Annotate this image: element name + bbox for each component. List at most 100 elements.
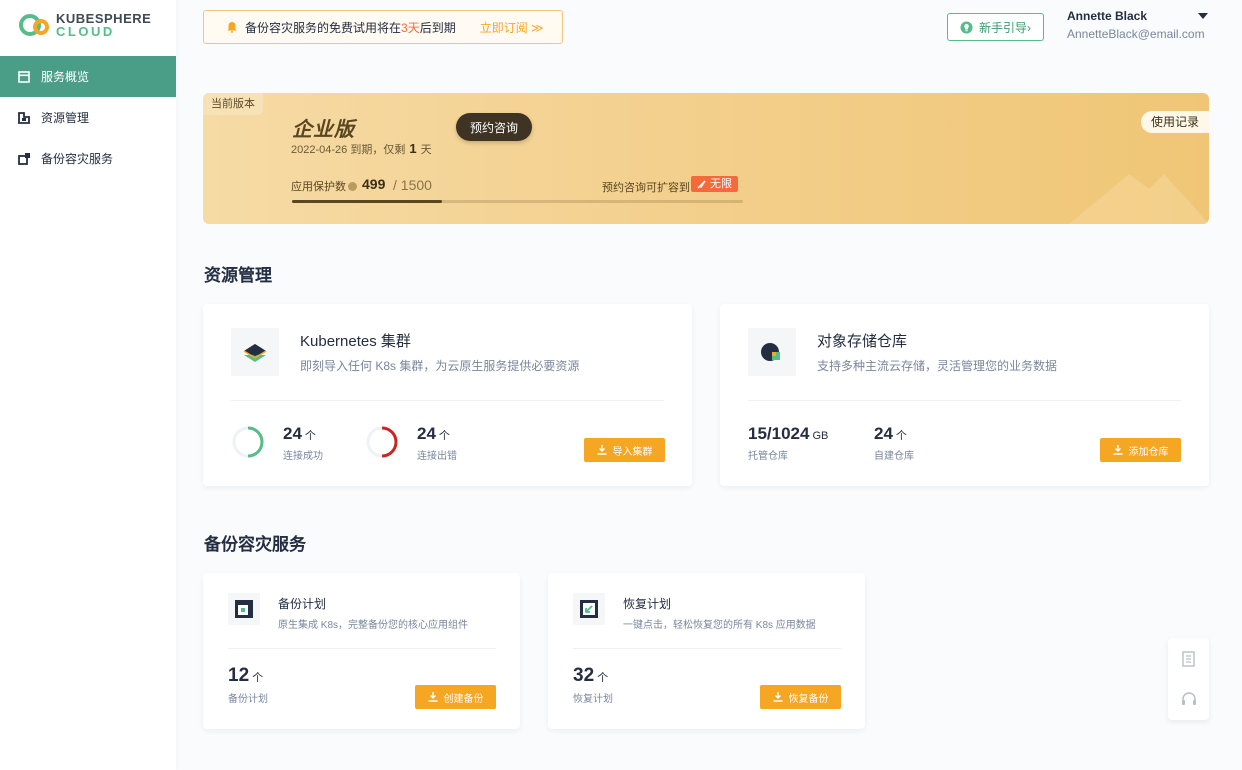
stat-value: 12 bbox=[228, 665, 250, 686]
stat-label: 自建仓库 bbox=[874, 451, 914, 462]
error-ring-icon bbox=[366, 426, 398, 458]
restore-plan-title: 恢复计划 bbox=[623, 597, 672, 611]
sidebar-item-label: 备份容灾服务 bbox=[41, 152, 114, 166]
storage-card: 对象存储仓库 支持多种主流云存储，灵活管理您的业务数据 15/1024 GB 托管… bbox=[720, 304, 1209, 486]
button-label: 创建备份 bbox=[443, 693, 484, 705]
import-cluster-button[interactable]: 导入集群 bbox=[584, 438, 665, 462]
stat-unit: 个 bbox=[597, 672, 609, 684]
layers-icon bbox=[243, 344, 267, 362]
stat-label: 备份计划 bbox=[228, 694, 268, 705]
usage-history-button[interactable]: 使用记录 bbox=[1140, 111, 1209, 133]
floating-toolbar bbox=[1168, 638, 1209, 720]
sidebar-item-backup[interactable]: 备份容灾服务 bbox=[0, 138, 176, 179]
unlimited-badge: 无限 bbox=[691, 176, 738, 192]
quota-label-text: 应用保护数 bbox=[291, 181, 346, 193]
current-version-badge: 当前版本 bbox=[203, 93, 263, 115]
storage-icon bbox=[761, 343, 780, 361]
k8s-title: Kubernetes 集群 bbox=[300, 333, 411, 350]
chevron-down-icon[interactable] bbox=[1198, 13, 1208, 19]
restore-plan-desc: 一键点击，轻松恢复您的所有 K8s 应用数据 bbox=[623, 620, 816, 631]
trial-notice: 备份容灾服务的免费试用将在 3天 后到期 立即订阅 ≫ bbox=[203, 10, 563, 44]
download-icon bbox=[597, 445, 606, 455]
backup-plan-card: 备份计划 原生集成 K8s，完整备份您的核心应用组件 12 个 备份计划 创建备份 bbox=[203, 573, 520, 729]
stat-label: 托管仓库 bbox=[748, 451, 788, 462]
k8s-desc: 即刻导入任何 K8s 集群，为云原生服务提供必要资源 bbox=[300, 359, 580, 373]
download-icon bbox=[1113, 445, 1122, 455]
create-backup-button[interactable]: 创建备份 bbox=[415, 685, 496, 709]
k8s-icon-box bbox=[231, 328, 279, 376]
stat-unit: 个 bbox=[304, 430, 316, 442]
storage-desc: 支持多种主流云存储，灵活管理您的业务数据 bbox=[817, 359, 1058, 373]
stat-value: 32 bbox=[573, 665, 595, 686]
divider bbox=[231, 400, 664, 401]
sidebar-item-label: 资源管理 bbox=[41, 111, 90, 125]
download-icon bbox=[773, 692, 782, 702]
stat-label: 连接成功 bbox=[283, 451, 323, 462]
add-repo-button[interactable]: 添加仓库 bbox=[1100, 438, 1181, 462]
days-unit: 天 bbox=[420, 144, 432, 156]
button-label: 添加仓库 bbox=[1128, 446, 1169, 458]
logo[interactable]: KUBESPHERE CLOUD bbox=[18, 12, 151, 38]
sidebar-item-overview[interactable]: 服务概览 bbox=[0, 56, 176, 97]
stat-label: 恢复计划 bbox=[573, 694, 613, 705]
beginner-guide-button[interactable]: 新手引导› bbox=[947, 13, 1044, 41]
k8s-card: Kubernetes 集群 即刻导入任何 K8s 集群，为云原生服务提供必要资源… bbox=[203, 304, 692, 486]
stat-value: 24 bbox=[283, 424, 302, 443]
notice-days: 3天 bbox=[401, 20, 420, 35]
days-left: 1 bbox=[409, 141, 417, 156]
storage-title: 对象存储仓库 bbox=[817, 333, 908, 350]
backup-icon bbox=[18, 152, 30, 165]
stat-label: 连接出错 bbox=[417, 451, 457, 462]
resource-section-title: 资源管理 bbox=[204, 266, 272, 285]
consult-button[interactable]: 预约咨询 bbox=[456, 113, 532, 141]
sidebar-item-resources[interactable]: 资源管理 bbox=[0, 97, 176, 138]
quota-used: 499 bbox=[362, 176, 386, 192]
stat-unit: 个 bbox=[438, 430, 450, 442]
download-icon bbox=[428, 692, 437, 702]
quota-progress-bar bbox=[292, 200, 743, 203]
plan-edition: 企业版 bbox=[292, 119, 355, 141]
divider bbox=[228, 648, 496, 649]
success-ring-icon bbox=[232, 426, 264, 458]
stat-unit: GB bbox=[812, 430, 829, 442]
restore-plan-icon-box bbox=[573, 593, 605, 625]
stat-unit: 个 bbox=[895, 430, 907, 442]
backup-plan-desc: 原生集成 K8s，完整备份您的核心应用组件 bbox=[278, 620, 469, 631]
backup-plan-stat: 12 个 备份计划 bbox=[228, 665, 268, 705]
guide-label: 新手引导› bbox=[979, 20, 1031, 35]
info-icon[interactable] bbox=[348, 181, 357, 191]
document-icon[interactable] bbox=[1180, 650, 1198, 668]
expand-text: 预约咨询可扩容到 bbox=[602, 182, 690, 194]
user-menu[interactable]: Annette Black AnnetteBlack@email.com bbox=[1067, 8, 1217, 44]
quota-label: 应用保护数 bbox=[291, 178, 357, 194]
sidebar-item-label: 服务概览 bbox=[41, 70, 90, 84]
subscribe-link[interactable]: 立即订阅 ≫ bbox=[480, 19, 544, 36]
notice-suffix: 后到期 bbox=[419, 20, 456, 35]
backup-section-title: 备份容灾服务 bbox=[204, 535, 306, 554]
quota-total: / 1500 bbox=[393, 177, 432, 193]
button-label: 恢复备份 bbox=[788, 693, 829, 705]
stat-unit: 个 bbox=[252, 672, 264, 684]
plan-banner: 当前版本 企业版 预约咨询 2022-04-26 到期，仅剩 1 天 应用保护数 4… bbox=[203, 93, 1209, 224]
restore-plan-card: 恢复计划 一键点击，轻松恢复您的所有 K8s 应用数据 32 个 恢复计划 恢复备… bbox=[548, 573, 865, 729]
sidebar-nav: 服务概览 资源管理 备份容灾服务 bbox=[0, 56, 176, 179]
expire-date: 2022-04-26 到期，仅剩 bbox=[291, 144, 406, 156]
quota-progress-fill bbox=[292, 200, 443, 203]
backup-plan-icon-box bbox=[228, 593, 260, 625]
unlimited-label: 无限 bbox=[710, 178, 732, 190]
banner-decoration bbox=[1069, 174, 1209, 224]
stat-value: 15/1024 bbox=[748, 424, 810, 443]
restore-plan-icon bbox=[580, 600, 598, 618]
restore-backup-button[interactable]: 恢复备份 bbox=[760, 685, 841, 709]
notice-prefix: 备份容灾服务的免费试用将在 bbox=[245, 20, 402, 35]
button-label: 导入集群 bbox=[612, 446, 653, 458]
backup-plan-icon bbox=[235, 600, 253, 618]
lightbulb-icon bbox=[960, 21, 973, 33]
backup-plan-title: 备份计划 bbox=[278, 597, 327, 611]
divider bbox=[748, 400, 1181, 401]
k8s-error-stat: 24 个 连接出错 bbox=[417, 424, 457, 462]
headset-icon[interactable] bbox=[1180, 690, 1198, 708]
kubesphere-logo-icon bbox=[19, 14, 49, 36]
plan-expire: 2022-04-26 到期，仅剩 1 天 bbox=[291, 141, 432, 157]
user-email: AnnetteBlack@email.com bbox=[1067, 27, 1205, 41]
